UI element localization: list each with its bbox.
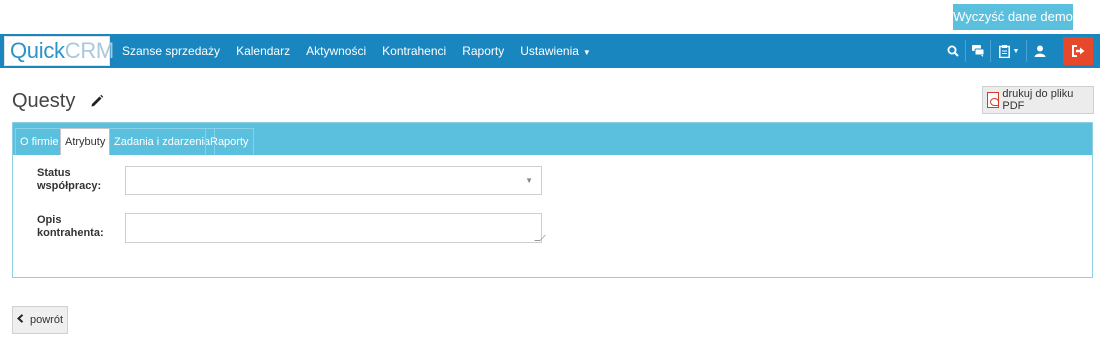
nav-item-contractors[interactable]: Kontrahenci [382,34,446,68]
nav-item-reports[interactable]: Raporty [462,34,504,68]
tab-company[interactable]: O firmie [15,128,64,155]
tab-tasks-events[interactable]: Zadania i zdarzenia [109,128,216,155]
print-pdf-button[interactable]: drukuj do pliku PDF [982,86,1094,114]
nav-item-settings-label: Ustawienia [520,44,579,58]
nav-separator [1026,40,1027,62]
resize-grip-icon[interactable] [534,235,546,241]
clipboard-icon[interactable]: ▼ [996,34,1022,68]
back-button[interactable]: powrót [12,306,68,334]
logo-crm: CRM [64,38,115,63]
status-select[interactable]: ▼ [125,166,542,195]
opis-label-line2: kontrahenta: [37,227,104,239]
opis-textarea[interactable] [125,213,546,243]
status-label-line2: współpracy: [37,180,102,192]
logo-quick: Quick [10,38,65,63]
tab-attributes[interactable]: Atrybuty [60,128,111,155]
comments-icon[interactable] [971,34,985,68]
contractor-panel: O firmie Atrybuty Zadania i zdarzenia Ra… [12,122,1093,278]
pdf-icon [987,92,1000,108]
nav-item-activities[interactable]: Aktywności [306,34,366,68]
logout-button[interactable] [1063,37,1093,65]
caret-down-icon: ▼ [1012,47,1020,55]
nav-item-settings[interactable]: Ustawienia ▼ [520,34,591,68]
back-button-label: powrót [29,314,64,326]
print-pdf-label: drukuj do pliku PDF [1002,88,1074,112]
nav-separator [990,40,991,62]
nav-item-calendar[interactable]: Kalendarz [236,34,290,68]
main-menu: Szanse sprzedaży Kalendarz Aktywności Ko… [122,34,607,68]
chevron-left-icon [17,314,24,326]
nav-item-opportunities[interactable]: Szanse sprzedaży [122,34,220,68]
opis-label: Opis kontrahenta: [37,214,104,240]
quickcrm-logo[interactable]: QuickCRM [4,36,114,66]
top-navbar: QuickCRM Szanse sprzedaży Kalendarz Akty… [0,34,1100,68]
opis-label-line1: Opis [37,214,62,226]
caret-down-icon: ▼ [582,48,591,57]
nav-separator [965,40,966,62]
page-title: Questy [12,90,76,112]
status-label: Status współpracy: [37,167,101,193]
tab-bar: O firmie Atrybuty Zadania i zdarzenia Ra… [13,123,1092,155]
dropdown-arrow-icon: ▼ [525,176,533,185]
user-icon[interactable] [1033,34,1047,68]
tab-reports[interactable]: Raporty [205,128,254,155]
pencil-icon[interactable] [90,94,104,113]
clear-demo-data-button[interactable]: Wyczyść dane demo [953,4,1073,30]
status-label-line1: Status [37,167,71,179]
logout-icon [1071,45,1084,57]
search-icon[interactable] [946,34,960,68]
